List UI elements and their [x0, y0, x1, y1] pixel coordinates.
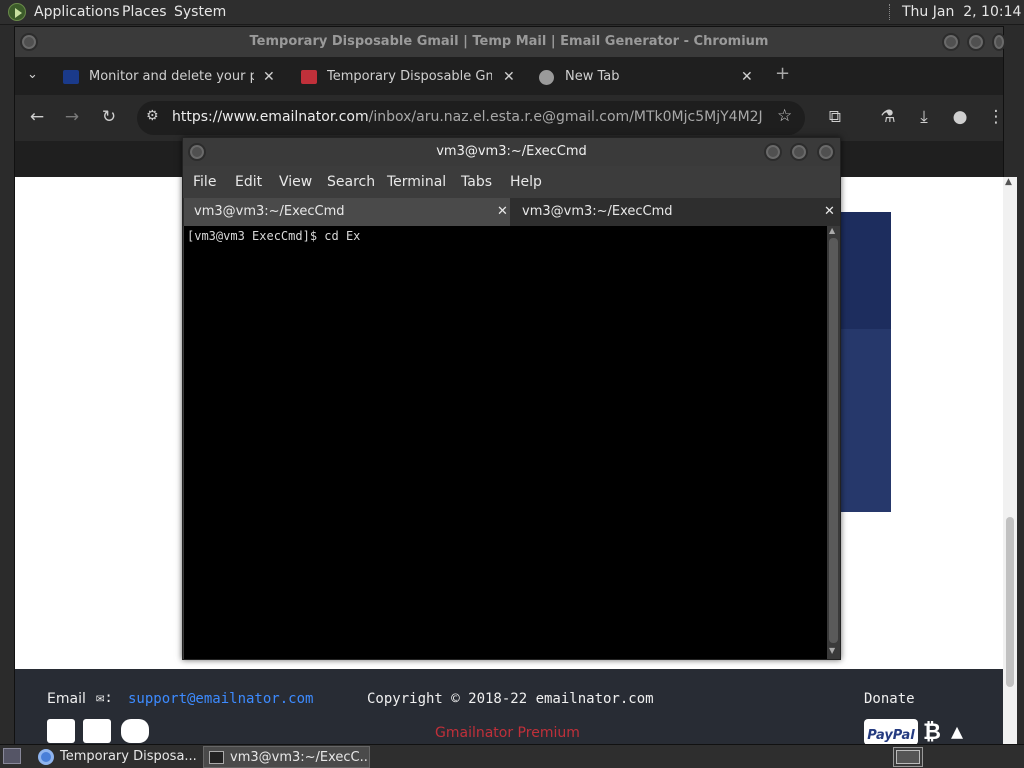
terminal-title-bar[interactable]: vm3@vm3:~/ExecCmd — [183, 138, 840, 166]
taskbar-item-chromium[interactable]: Temporary Disposa... — [34, 746, 200, 768]
panel-menu-system[interactable]: System — [174, 4, 226, 20]
tab-monitor[interactable]: Monitor and delete your pers ✕ — [55, 61, 285, 93]
tab-favicon-icon — [63, 70, 79, 84]
paypal-label: PayPal — [867, 728, 915, 743]
workspace-switcher[interactable] — [893, 747, 923, 767]
scroll-down-icon[interactable]: ▼ — [829, 646, 835, 655]
terminal-menu-tabs[interactable]: Tabs — [461, 174, 492, 190]
paypal-icon[interactable]: PayPal — [864, 719, 918, 745]
panel-menu-applications[interactable]: Applications — [34, 4, 120, 20]
tab-label: Temporary Disposable Gmail — [327, 69, 492, 84]
taskbar-item-label: Temporary Disposa... — [60, 749, 197, 764]
terminal-tab-1[interactable]: vm3@vm3:~/ExecCmd ✕ — [184, 198, 510, 226]
tab-new-tab[interactable]: New Tab ✕ — [531, 61, 761, 93]
terminal-menu-search[interactable]: Search — [327, 174, 375, 190]
close-window-button[interactable] — [992, 33, 1006, 51]
maximize-button[interactable] — [967, 33, 985, 51]
crypto-icon[interactable]: ▲ — [951, 719, 963, 743]
forward-icon[interactable]: → — [60, 107, 84, 127]
terminal-window-title: vm3@vm3:~/ExecCmd — [436, 144, 587, 159]
tab-favicon-icon — [301, 70, 317, 84]
address-bar[interactable]: ⚙ https://www.emailnator.com/inbox/aru.n… — [137, 101, 805, 135]
terminal-menu-help[interactable]: Help — [510, 174, 542, 190]
minimize-button[interactable] — [942, 33, 960, 51]
support-email-link[interactable]: support@emailnator.com — [128, 691, 313, 707]
terminal-menu-view[interactable]: View — [279, 174, 312, 190]
twitter-icon[interactable] — [83, 719, 111, 743]
tab-list-icon[interactable]: ⌄ — [27, 67, 38, 82]
bookmark-star-icon[interactable]: ☆ — [777, 106, 792, 126]
panel-menu-places[interactable]: Places — [122, 4, 167, 20]
page-banner-block — [841, 212, 891, 329]
footer-donate-label: Donate — [864, 691, 915, 707]
extensions-icon[interactable]: ⧉ — [823, 107, 847, 127]
terminal-output[interactable]: [vm3@vm3 ExecCmd]$ cd Ex — [184, 226, 827, 659]
new-tab-icon[interactable]: + — [775, 63, 790, 84]
menu-icon[interactable]: ⋮ — [984, 107, 1008, 127]
terminal-maximize-button[interactable] — [790, 143, 808, 161]
footer-copyright: Copyright © 2018-22 emailnator.com — [367, 691, 654, 707]
terminal-window-menu-button[interactable] — [188, 143, 206, 161]
top-panel: Applications Places System Thu Jan 2, 10… — [0, 0, 1024, 25]
terminal-window: vm3@vm3:~/ExecCmd File Edit View Search … — [182, 137, 841, 660]
panel-separator — [889, 4, 891, 20]
applications-logo-icon[interactable] — [8, 3, 26, 21]
url-text[interactable]: https://www.emailnator.com/inbox/aru.naz… — [172, 109, 762, 125]
bitcoin-icon[interactable]: ₿ — [923, 719, 941, 745]
terminal-menu-bar: File Edit View Search Terminal Tabs Help — [183, 166, 840, 198]
mail-icon: ✉: — [96, 690, 113, 706]
chromium-title-bar[interactable]: Temporary Disposable Gmail | Temp Mail |… — [15, 27, 1003, 57]
terminal-minimize-button[interactable] — [764, 143, 782, 161]
bottom-taskbar: Temporary Disposa... vm3@vm3:~/ExecC... — [0, 744, 1024, 768]
page-banner-block — [841, 329, 891, 512]
globe-icon — [539, 70, 554, 85]
back-icon[interactable]: ← — [25, 107, 49, 127]
close-tab-icon[interactable]: ✕ — [503, 61, 515, 93]
terminal-menu-terminal[interactable]: Terminal — [387, 174, 446, 190]
close-tab-icon[interactable]: ✕ — [497, 198, 508, 226]
terminal-scrollbar-thumb[interactable] — [829, 238, 838, 643]
chromium-window-title: Temporary Disposable Gmail | Temp Mail |… — [249, 34, 769, 49]
page-scrollbar-thumb[interactable] — [1006, 517, 1014, 687]
show-desktop-icon[interactable] — [3, 748, 21, 764]
taskbar-item-terminal[interactable]: vm3@vm3:~/ExecC... — [203, 746, 370, 768]
close-tab-icon[interactable]: ✕ — [741, 61, 753, 93]
terminal-tab-bar: vm3@vm3:~/ExecCmd ✕ vm3@vm3:~/ExecCmd ✕ — [183, 198, 840, 226]
panel-clock[interactable]: Thu Jan 2, 10:14 AM — [902, 4, 1024, 20]
facebook-icon[interactable] — [47, 719, 75, 743]
chromium-tab-bar: ⌄ Monitor and delete your pers ✕ Tempora… — [15, 57, 1003, 95]
scroll-up-icon[interactable]: ▲ — [1005, 177, 1012, 187]
gmailnator-premium-link[interactable]: Gmailnator Premium — [435, 725, 580, 745]
page-scrollbar[interactable]: ▲ — [1003, 177, 1017, 745]
labs-icon[interactable]: ⚗ — [876, 107, 900, 127]
terminal-tab-2[interactable]: vm3@vm3:~/ExecCmd ✕ — [512, 198, 839, 226]
terminal-tab-label: vm3@vm3:~/ExecCmd — [194, 204, 345, 219]
tab-label: New Tab — [565, 69, 620, 84]
terminal-menu-edit[interactable]: Edit — [235, 174, 262, 190]
taskbar-item-label: vm3@vm3:~/ExecC... — [230, 750, 370, 765]
chromium-toolbar: ← → ↻ ⚙ https://www.emailnator.com/inbox… — [15, 95, 1005, 141]
terminal-tab-label: vm3@vm3:~/ExecCmd — [522, 204, 673, 219]
terminal-scrollbar[interactable]: ▲ ▼ — [827, 226, 840, 659]
close-tab-icon[interactable]: ✕ — [263, 61, 275, 93]
tab-temporary-disposable-gmail[interactable]: Temporary Disposable Gmail ✕ — [293, 61, 523, 93]
scroll-up-icon[interactable]: ▲ — [829, 226, 835, 235]
tab-label: Monitor and delete your pers — [89, 69, 254, 84]
reload-icon[interactable]: ↻ — [97, 107, 121, 127]
url-host: https://www.emailnator.com — [172, 109, 369, 125]
close-tab-icon[interactable]: ✕ — [824, 198, 835, 226]
terminal-menu-file[interactable]: File — [193, 174, 216, 190]
footer-email-label: Email — [47, 691, 86, 707]
terminal-icon — [209, 751, 224, 764]
chromium-icon — [38, 749, 54, 765]
download-icon[interactable]: ⤓ — [912, 107, 936, 127]
profile-icon[interactable]: ● — [948, 107, 972, 127]
discord-icon[interactable] — [121, 719, 149, 743]
url-path: /inbox/aru.naz.el.esta.r.e@gmail.com/MTk… — [368, 109, 762, 125]
terminal-prompt-line: [vm3@vm3 ExecCmd]$ cd Ex — [187, 229, 361, 243]
page-footer: Email ✉: support@emailnator.com Copyrigh… — [15, 669, 1003, 745]
terminal-close-button[interactable] — [817, 143, 835, 161]
site-info-icon[interactable]: ⚙ — [146, 108, 159, 124]
window-menu-button[interactable] — [20, 33, 38, 51]
